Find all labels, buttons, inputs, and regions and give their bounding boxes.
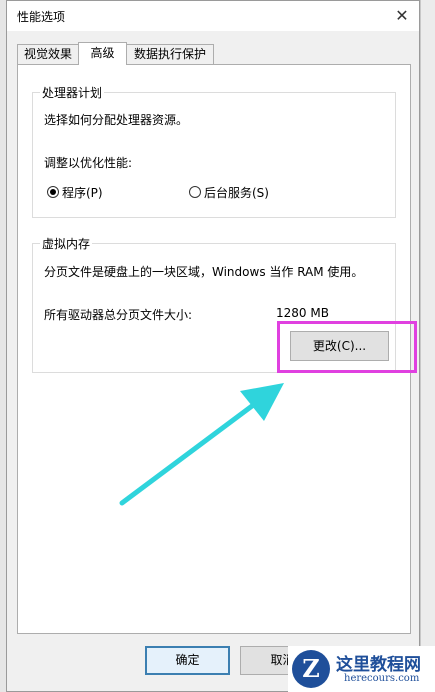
processor-scheduling-title: 处理器计划 (40, 84, 105, 101)
adjust-performance-label: 调整以优化性能: (44, 156, 133, 170)
annotation-arrow (119, 383, 284, 506)
paging-file-size-label: 所有驱动器总分页文件大小: (44, 308, 193, 322)
ok-button[interactable]: 确定 (145, 646, 230, 675)
tab-panel-advanced: 处理器计划 选择如何分配处理器资源。 调整以优化性能: 程序(P) 后台服务(S… (17, 64, 417, 634)
watermark-logo-icon: Z (292, 650, 330, 688)
watermark-title: 这里教程网 (336, 655, 421, 675)
radio-programs[interactable] (47, 186, 59, 198)
processor-scheduling-group: 处理器计划 选择如何分配处理器资源。 调整以优化性能: 程序(P) 后台服务(S… (32, 84, 396, 218)
highlight-box (277, 321, 417, 373)
performance-options-dialog: 性能选项 ✕ 视觉效果 高级 数据执行保护 处理器计划 选择如何分配处理器资源。… (6, 0, 420, 692)
processor-scheduling-description: 选择如何分配处理器资源。 (44, 113, 189, 127)
title-bar: 性能选项 ✕ (7, 1, 419, 31)
radio-background-services-label[interactable]: 后台服务(S) (204, 184, 269, 201)
virtual-memory-title: 虚拟内存 (40, 235, 93, 252)
radio-background-services[interactable] (189, 186, 201, 198)
tab-visual-effects[interactable]: 视觉效果 (17, 44, 79, 64)
tab-data-execution-prevention[interactable]: 数据执行保护 (126, 44, 214, 64)
tab-advanced[interactable]: 高级 (78, 42, 127, 65)
background-window-right (420, 0, 435, 692)
window-title: 性能选项 (17, 10, 66, 24)
paging-file-size-value: 1280 MB (276, 306, 329, 320)
watermark-subtitle: herecours.com (344, 673, 420, 684)
virtual-memory-description: 分页文件是硬盘上的一块区域，Windows 当作 RAM 使用。 (44, 265, 364, 279)
close-icon[interactable]: ✕ (389, 3, 415, 29)
site-watermark: Z 这里教程网 herecours.com (288, 646, 435, 692)
radio-programs-label[interactable]: 程序(P) (62, 184, 103, 201)
